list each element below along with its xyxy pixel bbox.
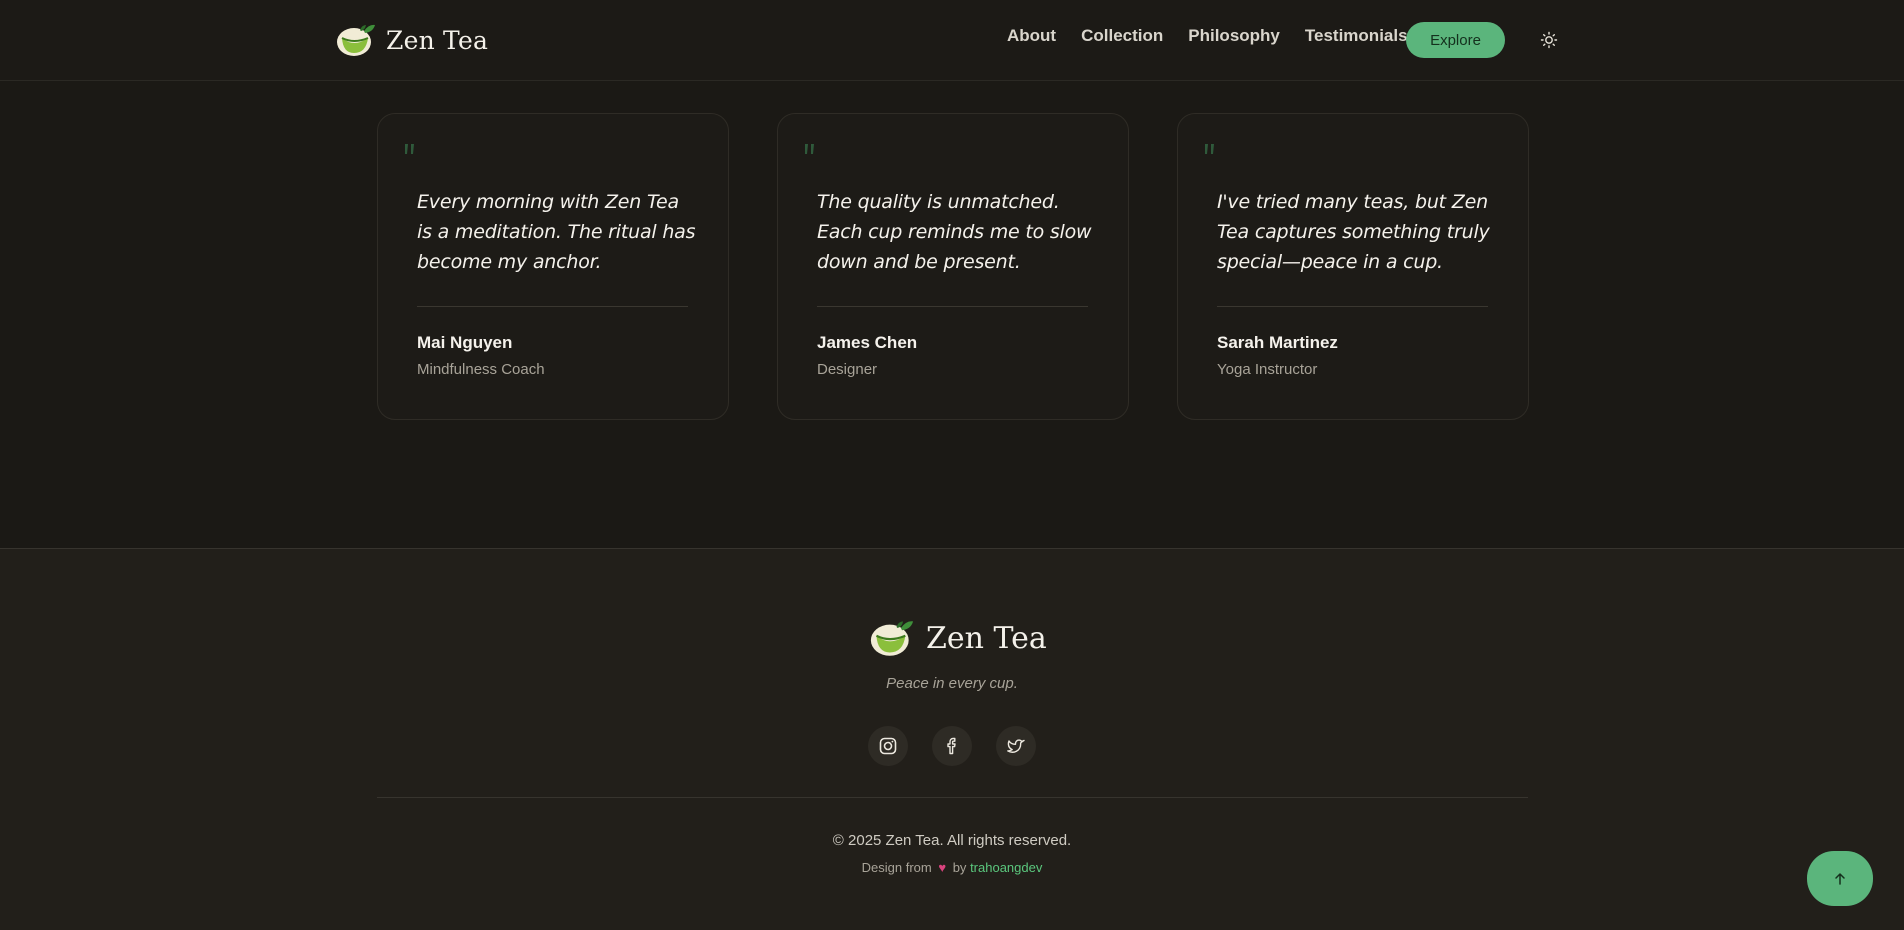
nav-testimonials[interactable]: Testimonials (1305, 26, 1408, 46)
nav-about[interactable]: About (1007, 26, 1056, 46)
credit-by: by (952, 860, 967, 875)
testimonial-role: Designer (817, 361, 878, 378)
site-footer: Zen Tea Peace in every cup. © 2025 Zen T… (0, 548, 1904, 930)
testimonial-quote: Every morning with Zen Tea is a meditati… (417, 191, 696, 273)
testimonial-author: Sarah Martinez (1217, 333, 1338, 352)
footer-brand-name: Zen Tea (926, 620, 1047, 656)
quote-icon (405, 144, 414, 154)
testimonials-section: Every morning with Zen Tea is a meditati… (0, 81, 1904, 548)
heart-icon: ♥ (938, 860, 947, 875)
sun-icon (1540, 31, 1558, 49)
credit-prefix: Design from (861, 860, 932, 875)
brand-name: Zen Tea (386, 25, 489, 55)
facebook-icon (947, 737, 956, 755)
divider (1217, 306, 1488, 307)
nav-philosophy[interactable]: Philosophy (1188, 26, 1280, 46)
footer-tagline: Peace in every cup. (886, 675, 1018, 692)
testimonial-card: Every morning with Zen Tea is a meditati… (377, 113, 729, 420)
credit-author-link[interactable]: trahoangdev (970, 860, 1042, 875)
quote-icon (805, 144, 814, 154)
facebook-link[interactable] (932, 726, 972, 766)
arrow-up-icon (1835, 872, 1845, 885)
testimonial-role: Yoga Instructor (1217, 361, 1318, 378)
tea-cup-logo-icon (870, 621, 914, 656)
nav-collection[interactable]: Collection (1081, 26, 1163, 46)
back-to-top-button[interactable] (1807, 851, 1873, 906)
site-header: Zen Tea About Collection Philosophy Test… (0, 0, 1904, 81)
quote-icon (1205, 144, 1214, 154)
testimonial-role: Mindfulness Coach (417, 361, 545, 378)
brand[interactable]: Zen Tea (336, 22, 488, 58)
copyright: © 2025 Zen Tea. All rights reserved. (832, 832, 1072, 849)
testimonial-author: Mai Nguyen (417, 333, 513, 352)
theme-toggle-button[interactable] (1539, 30, 1559, 50)
instagram-icon (879, 737, 897, 755)
testimonial-quote: I've tried many teas, but Zen Tea captur… (1217, 191, 1490, 273)
twitter-icon (1007, 739, 1025, 753)
testimonial-quote: The quality is unmatched. Each cup remin… (817, 191, 1092, 273)
testimonial-author: James Chen (817, 333, 918, 352)
explore-button[interactable]: Explore (1406, 22, 1505, 58)
footer-divider (377, 797, 1528, 798)
divider (417, 306, 688, 307)
instagram-link[interactable] (868, 726, 908, 766)
divider (817, 306, 1088, 307)
testimonial-card: I've tried many teas, but Zen Tea captur… (1177, 113, 1529, 420)
footer-brand[interactable]: Zen Tea (869, 618, 1047, 658)
testimonial-card: The quality is unmatched. Each cup remin… (777, 113, 1129, 420)
tea-cup-logo-icon (337, 24, 375, 56)
social-links (868, 726, 1060, 766)
main-nav: About Collection Philosophy Testimonials (1007, 26, 1433, 46)
design-credit: Design from ♥ by trahoangdev (0, 860, 1904, 875)
twitter-link[interactable] (996, 726, 1036, 766)
